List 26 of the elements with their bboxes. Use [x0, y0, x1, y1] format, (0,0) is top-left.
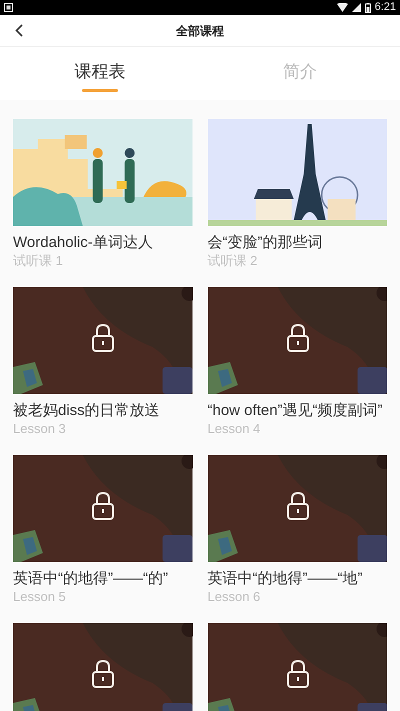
lesson-title[interactable]: 英语中“的地得”——“地” [208, 570, 387, 587]
lock-icon [91, 491, 115, 521]
lesson-title[interactable]: 英语中“的地得”——“的” [13, 570, 192, 587]
lesson-subtitle: 试听课 1 [13, 252, 64, 270]
lock-icon [286, 491, 310, 521]
page-title: 全部课程 [176, 22, 224, 40]
lock-icon [91, 659, 115, 689]
lesson-title[interactable]: “how often”遇见“频度副词” [208, 402, 387, 419]
notification-icon [4, 3, 13, 12]
lesson-subtitle: Lesson 3 [13, 420, 67, 438]
lock-icon [286, 659, 310, 689]
status-time: 6:21 [374, 2, 396, 13]
wifi-icon [336, 3, 348, 12]
lesson-subtitle: Lesson 4 [208, 420, 262, 438]
lesson-subtitle: Lesson 6 [208, 588, 262, 606]
battery-icon [364, 2, 371, 12]
lesson-subtitle: Lesson 5 [13, 588, 67, 606]
lesson-subtitle: 试听课 2 [208, 252, 258, 270]
lesson-title[interactable]: 会“变脸”的那些词 [208, 234, 387, 251]
lock-icon [286, 323, 310, 353]
back-icon [15, 24, 23, 37]
lesson-title[interactable]: Wordaholic-单词达人 [13, 234, 192, 251]
lesson-title[interactable]: 被老妈diss的日常放送 [13, 402, 192, 419]
lock-icon [91, 323, 115, 353]
signal-icon [352, 3, 361, 12]
tab[interactable]: 课程表 [0, 47, 200, 100]
